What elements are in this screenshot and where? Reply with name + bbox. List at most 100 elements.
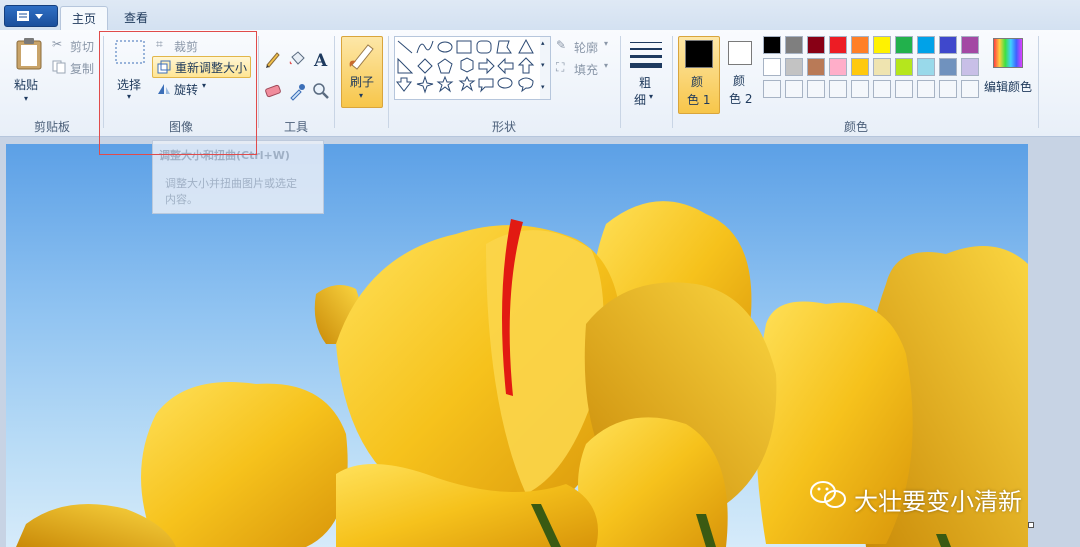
paste-label: 粘贴 — [14, 78, 39, 92]
fill-button[interactable] — [286, 48, 308, 70]
edit-colors-label: 编辑颜色 — [984, 80, 1033, 94]
expand-icon: ▾ — [541, 83, 545, 91]
brushes-button[interactable]: 刷子 ▾ — [341, 36, 383, 108]
color1-label-line2: 色 1 — [687, 93, 711, 107]
color-palette — [763, 36, 981, 102]
scissors-icon: ✂ — [52, 37, 63, 51]
copy-button[interactable]: 复制 — [52, 58, 98, 76]
tools-group-label: 工具 — [283, 120, 308, 134]
fill-bucket-icon: ⛶ — [556, 60, 565, 74]
fill-label: 填充 — [574, 63, 599, 77]
scroll-up-icon: ▴ — [541, 39, 545, 47]
custom-color-slot[interactable] — [917, 80, 935, 98]
group-divider — [388, 36, 389, 128]
outline-label: 轮廓 — [574, 41, 599, 55]
tooltip-body-line2: 内容。 — [165, 193, 198, 206]
highlight-box — [99, 31, 257, 155]
tab-view[interactable]: 查看 — [112, 6, 160, 30]
color-swatch[interactable] — [917, 36, 935, 54]
custom-color-slot[interactable] — [785, 80, 803, 98]
eraser-icon — [265, 84, 281, 98]
watermark-text: 大壮要变小清新 — [854, 488, 1022, 516]
shapes-gallery[interactable] — [394, 36, 542, 100]
text-button[interactable]: A — [310, 48, 332, 71]
custom-color-slot[interactable] — [851, 80, 869, 98]
color-swatch[interactable] — [939, 36, 957, 54]
chevron-down-icon: ▾ — [359, 91, 364, 100]
color-swatch[interactable] — [763, 58, 781, 76]
group-divider — [1038, 36, 1039, 128]
color2-label-line1: 颜 — [733, 74, 746, 88]
chevron-down-icon: ▾ — [24, 94, 29, 103]
tab-bar — [0, 0, 1080, 31]
line-width-icon — [630, 42, 662, 68]
color-swatch[interactable] — [873, 36, 891, 54]
fill-shape-button[interactable]: ⛶ 填充 ▾ — [556, 60, 618, 78]
color-wheel-icon — [993, 38, 1023, 68]
cut-button[interactable]: ✂ 剪切 — [52, 36, 98, 54]
color-swatch[interactable] — [961, 58, 979, 76]
color-swatch[interactable] — [785, 36, 803, 54]
color-swatch[interactable] — [829, 36, 847, 54]
group-divider — [672, 36, 673, 128]
file-menu-button[interactable] — [4, 5, 58, 27]
edit-colors-button[interactable]: 编辑颜色 — [984, 36, 1034, 112]
group-divider — [334, 36, 335, 128]
pencil-icon — [266, 52, 280, 68]
color-swatch[interactable] — [807, 58, 825, 76]
color-swatch[interactable] — [895, 58, 913, 76]
paste-button[interactable]: 粘贴 ▾ — [10, 34, 48, 106]
custom-color-slot[interactable] — [961, 80, 979, 98]
color2-button[interactable]: 颜 色 2 — [724, 36, 758, 112]
color-picker-button[interactable] — [286, 80, 308, 102]
color1-label-line1: 颜 — [691, 75, 704, 89]
color-swatch[interactable] — [873, 58, 891, 76]
cut-label: 剪切 — [70, 40, 95, 54]
eraser-button[interactable] — [262, 80, 284, 102]
custom-color-slot[interactable] — [939, 80, 957, 98]
color1-swatch — [685, 40, 713, 68]
size-label-line1: 粗 — [639, 76, 652, 90]
menu-icon — [17, 11, 43, 21]
group-divider — [620, 36, 621, 128]
scroll-down-icon: ▾ — [541, 61, 545, 69]
custom-color-slot[interactable] — [895, 80, 913, 98]
custom-color-slot[interactable] — [807, 80, 825, 98]
color-swatch[interactable] — [807, 36, 825, 54]
copy-label: 复制 — [70, 62, 95, 76]
custom-color-slot[interactable] — [763, 80, 781, 98]
brush-icon — [349, 44, 374, 70]
clipboard-group-label: 剪贴板 — [33, 120, 70, 134]
canvas-resize-handle[interactable] — [1028, 522, 1034, 528]
custom-color-slot[interactable] — [829, 80, 847, 98]
color-swatch[interactable] — [851, 58, 869, 76]
copy-icon — [52, 60, 66, 74]
colors-group-label: 颜色 — [843, 120, 868, 134]
color-swatch[interactable] — [851, 36, 869, 54]
shapes-scrollbar[interactable]: ▴ ▾ ▾ — [540, 36, 551, 100]
color-swatch[interactable] — [829, 58, 847, 76]
outline-button[interactable]: ✎ 轮廓 ▾ — [556, 38, 618, 56]
color-swatch[interactable] — [961, 36, 979, 54]
size-button[interactable]: 粗 细 ▾ — [626, 36, 666, 112]
size-label-line2: 细 — [634, 93, 647, 107]
wechat-icon — [808, 478, 848, 512]
color1-button[interactable]: 颜 色 1 — [678, 36, 720, 114]
color-swatch[interactable] — [917, 58, 935, 76]
outline-pen-icon: ✎ — [556, 38, 567, 52]
color-swatch[interactable] — [895, 36, 913, 54]
svg-text:A: A — [313, 51, 328, 69]
color-swatch[interactable] — [939, 58, 957, 76]
shapes-group-label: 形状 — [491, 120, 516, 134]
pencil-button[interactable] — [262, 48, 284, 70]
magnifier-button[interactable] — [310, 80, 332, 102]
magnifier-icon — [313, 83, 329, 99]
color-swatch[interactable] — [785, 58, 803, 76]
paint-bucket-icon — [289, 51, 305, 65]
chevron-down-icon: ▾ — [649, 92, 654, 101]
color-swatch[interactable] — [763, 36, 781, 54]
custom-color-slot[interactable] — [873, 80, 891, 98]
shapes-icons — [395, 38, 535, 94]
tab-home[interactable]: 主页 — [60, 6, 108, 31]
chevron-down-icon: ▾ — [604, 61, 609, 70]
